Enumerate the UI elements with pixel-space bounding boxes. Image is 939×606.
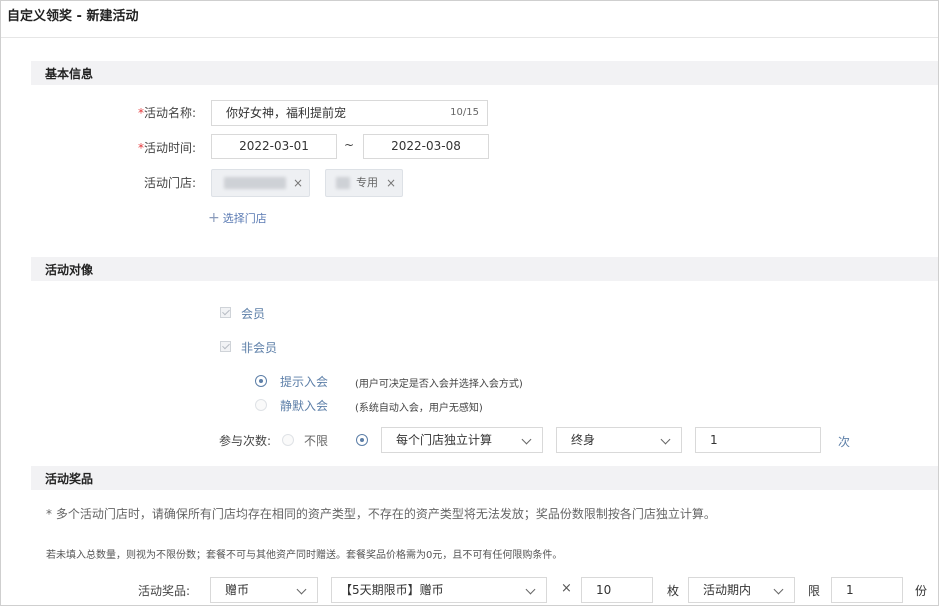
end-date-input[interactable]: 2022-03-08 — [363, 134, 489, 159]
prize-type-select[interactable]: 赠币 — [210, 577, 318, 603]
member-checkbox[interactable] — [220, 307, 231, 318]
non-member-checkbox[interactable] — [220, 341, 231, 352]
prize-qty-input[interactable]: 10 — [581, 577, 653, 603]
times-value: 1 — [710, 433, 718, 447]
page-title: 自定义领奖 - 新建活动 — [7, 9, 139, 24]
remove-store-icon[interactable]: × — [293, 170, 303, 196]
prize-qty-value: 10 — [596, 583, 612, 597]
prize-scope-select[interactable]: 活动期内 — [688, 577, 795, 603]
prize-scope-value: 活动期内 — [703, 583, 752, 597]
times-unit: 次 — [838, 435, 851, 449]
remove-store-icon[interactable]: × — [386, 170, 396, 196]
join-prompt-radio[interactable] — [255, 375, 267, 387]
prize-limit-value: 1 — [846, 583, 854, 597]
start-date-input[interactable]: 2022-03-01 — [211, 134, 337, 159]
section-basic-info: 基本信息 — [31, 61, 938, 85]
chevron-down-icon — [660, 434, 671, 445]
period-select[interactable]: 终身 — [556, 427, 682, 453]
join-silent-label: 静默入会 — [280, 399, 329, 413]
member-label: 会员 — [241, 307, 266, 321]
char-count: 10/15 — [450, 107, 479, 118]
select-store-link[interactable]: + 选择门店 — [208, 210, 267, 226]
chevron-down-icon — [773, 584, 784, 595]
chevron-down-icon — [296, 584, 307, 595]
activity-name-value: 你好女神，福利提前宠 — [226, 106, 347, 120]
period-value: 终身 — [571, 433, 596, 447]
store-tag: 专用 × — [325, 169, 403, 197]
prize-row-label: 活动奖品: — [138, 584, 191, 598]
activity-store-label: 活动门店: — [144, 176, 197, 190]
prize-note: * 多个活动门店时，请确保所有门店均存在相同的资产类型，不存在的资产类型将无法发… — [46, 507, 716, 521]
unlimited-label: 不限 — [304, 434, 329, 448]
section-title: 活动对像 — [45, 263, 94, 277]
prize-qty-unit: 枚 — [667, 584, 680, 598]
participation-count-label: 参与次数: — [219, 434, 272, 448]
non-member-label: 非会员 — [241, 341, 278, 355]
page-frame: 自定义领奖 - 新建活动 基本信息 *活动名称: 你好女神，福利提前宠 10/1… — [0, 0, 939, 606]
limit-unit: 份 — [915, 584, 928, 598]
section-title: 活动奖品 — [45, 472, 94, 486]
prize-limit-input[interactable]: 1 — [831, 577, 903, 603]
title-divider — [1, 37, 938, 38]
join-prompt-label: 提示入会 — [280, 375, 329, 389]
prize-item-select[interactable]: 【5天期限币】赠币 — [331, 577, 547, 603]
prize-item-value: 【5天期限币】赠币 — [340, 583, 444, 597]
times-input[interactable]: 1 — [695, 427, 821, 453]
section-prize: 活动奖品 — [31, 466, 938, 490]
activity-name-input[interactable]: 你好女神，福利提前宠 10/15 — [211, 100, 488, 126]
multiply-sign: × — [561, 581, 572, 596]
chevron-down-icon — [521, 434, 532, 445]
limit-label: 限 — [808, 584, 821, 598]
join-silent-hint: (系统自动入会，用户无感知) — [355, 403, 483, 414]
prize-type-value: 赠币 — [225, 583, 250, 597]
activity-time-label: *活动时间: — [138, 141, 197, 155]
date-range-separator: ~ — [344, 138, 355, 152]
section-title: 基本信息 — [45, 67, 94, 81]
calc-mode-select[interactable]: 每个门店独立计算 — [381, 427, 543, 453]
activity-name-label: *活动名称: — [138, 106, 197, 120]
chevron-down-icon — [525, 584, 536, 595]
redacted-store-name — [224, 177, 286, 189]
prize-note-small: 若未填入总数量，则视为不限份数；套餐不可与其他资产同时赠送。套餐奖品价格需为0元… — [46, 550, 563, 561]
unlimited-radio[interactable] — [282, 434, 294, 446]
join-prompt-hint: (用户可决定是否入会并选择入会方式) — [355, 379, 523, 390]
store-tag: × — [211, 169, 310, 197]
section-audience: 活动对像 — [31, 257, 938, 281]
redacted-store-name — [336, 177, 350, 189]
limited-radio[interactable] — [356, 434, 368, 446]
plus-icon: + — [208, 210, 220, 226]
join-silent-radio[interactable] — [255, 399, 267, 411]
calc-mode-value: 每个门店独立计算 — [396, 433, 493, 447]
store-tag-label: 专用 — [356, 176, 378, 189]
